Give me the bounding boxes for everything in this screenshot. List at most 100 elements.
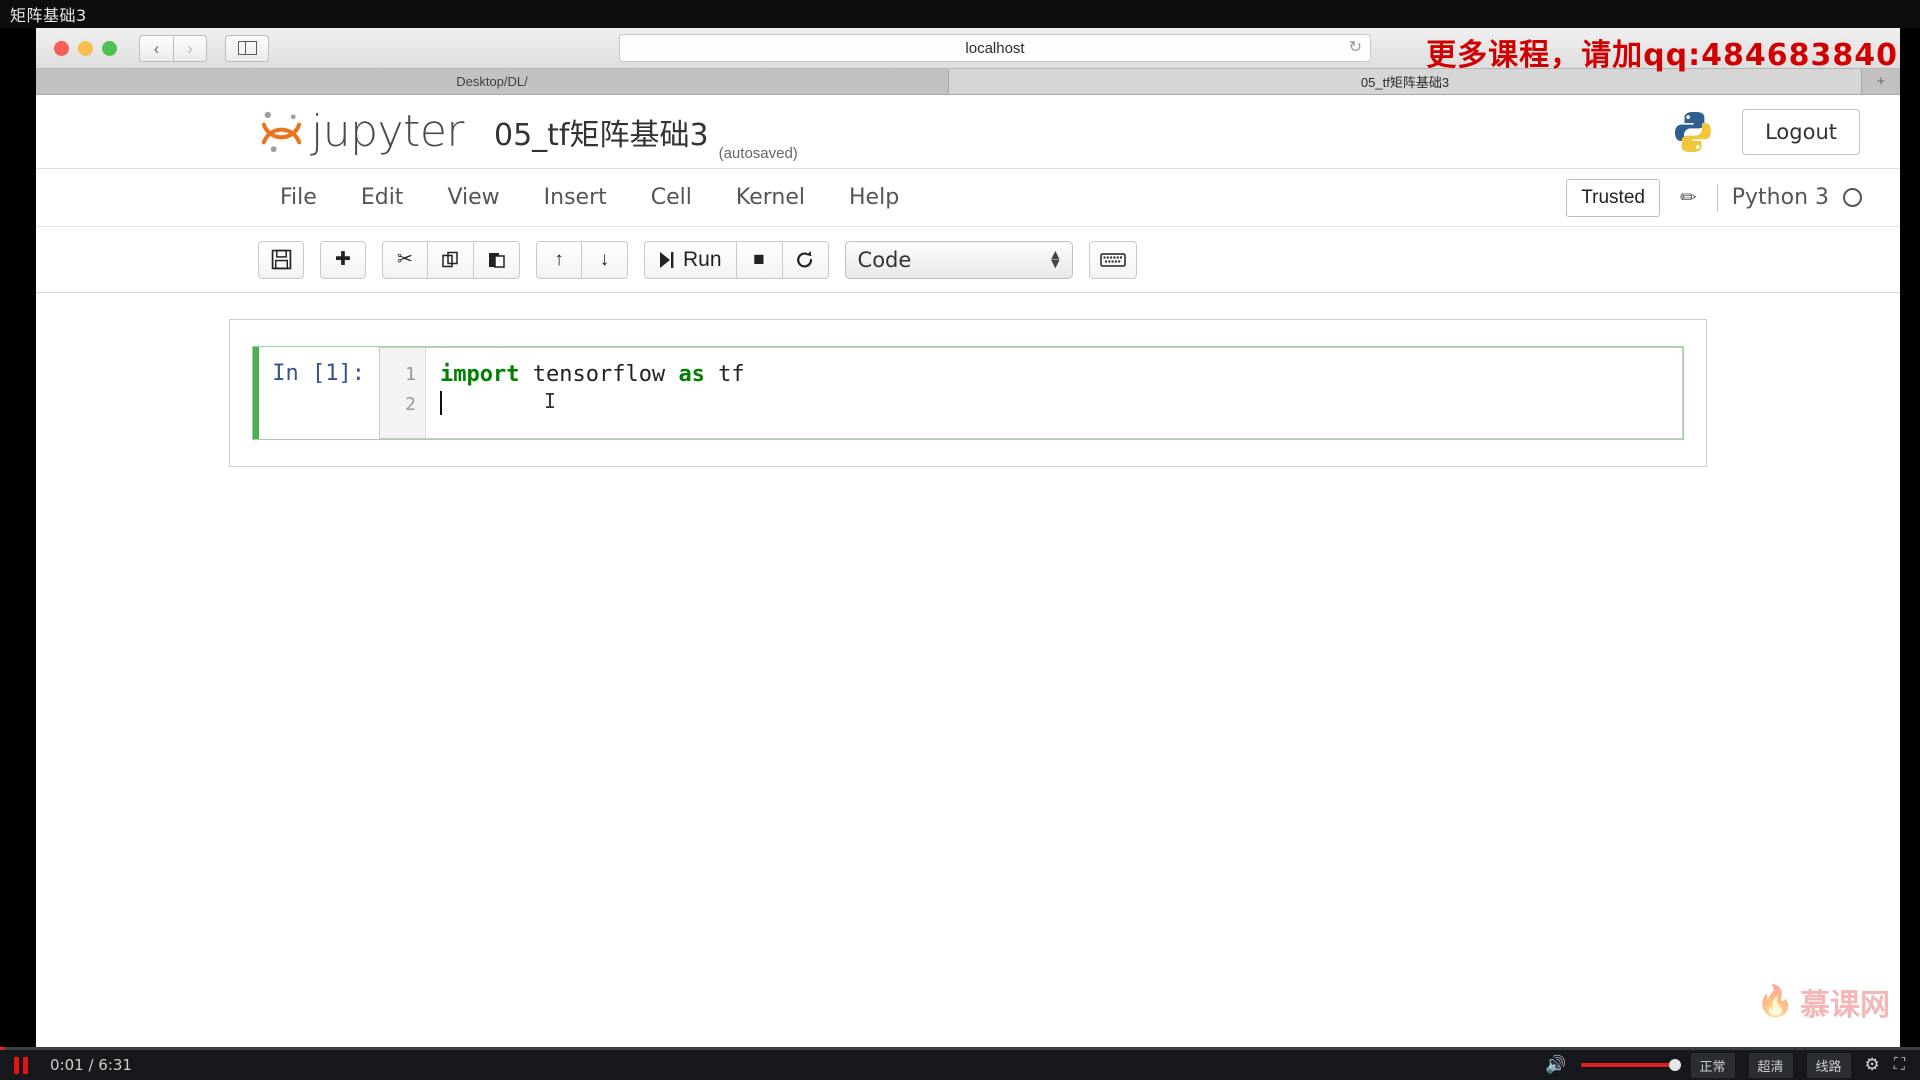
reload-icon[interactable]: ↻ bbox=[1349, 40, 1362, 56]
toolbar-group-save bbox=[258, 240, 304, 279]
copy-cell-button[interactable] bbox=[428, 240, 474, 279]
mouse-cursor-icon: I bbox=[544, 389, 557, 413]
flame-icon: 🔥 bbox=[1756, 985, 1794, 1018]
keyword-import: import bbox=[440, 362, 520, 387]
fullscreen-icon[interactable]: ⛶ bbox=[1894, 1056, 1905, 1074]
minimize-window-button[interactable] bbox=[78, 40, 93, 56]
imooc-brand-text: 慕课网 bbox=[1800, 988, 1890, 1023]
imooc-watermark: 🔥 慕课网 bbox=[1757, 980, 1890, 1024]
menu-view[interactable]: View bbox=[425, 181, 521, 214]
settings-gear-icon[interactable]: ⚙ bbox=[1865, 1055, 1880, 1075]
forward-icon[interactable]: › bbox=[173, 34, 207, 62]
autosave-status: (autosaved) bbox=[718, 145, 798, 162]
quality-normal-button[interactable]: 正常 bbox=[1690, 1052, 1735, 1078]
paste-cell-button[interactable] bbox=[474, 240, 520, 279]
time-display: 0:01 / 6:31 bbox=[50, 1056, 132, 1074]
jupyter-page: jupyter 05_tf矩阵基础3 (autosaved) Logout Fi… bbox=[36, 95, 1900, 1050]
code-cell[interactable]: In [1]: 1 2 import tensorflow as tf I bbox=[252, 346, 1684, 440]
window-controls bbox=[54, 40, 117, 56]
letterbox-right bbox=[1900, 28, 1920, 1050]
line-number: 2 bbox=[405, 394, 416, 415]
kernel-status-icon[interactable] bbox=[1843, 188, 1862, 207]
text-caret bbox=[440, 391, 442, 415]
trusted-badge[interactable]: Trusted bbox=[1566, 178, 1660, 217]
url-text: localhost bbox=[965, 39, 1025, 57]
player-control-bar: 0:01 / 6:31 🔊 正常 超清 线路 ⚙ ⛶ bbox=[0, 1047, 1920, 1080]
ad-watermark-text: 更多课程，请加qq:484683840 bbox=[1426, 38, 1898, 73]
pause-button[interactable] bbox=[0, 1056, 42, 1074]
code-line-2 bbox=[440, 390, 1668, 420]
sidebar-icon bbox=[237, 41, 257, 55]
code-text-area[interactable]: import tensorflow as tf I bbox=[426, 348, 1682, 438]
jupyter-wordmark: jupyter bbox=[311, 106, 465, 157]
jupyter-header: jupyter 05_tf矩阵基础3 (autosaved) Logout bbox=[36, 95, 1900, 169]
volume-icon[interactable]: 🔊 bbox=[1545, 1055, 1566, 1075]
move-cell-up-button[interactable]: ↑ bbox=[536, 240, 582, 279]
menubar-right: Trusted ✏ Python 3 bbox=[1566, 178, 1862, 217]
menu-edit[interactable]: Edit bbox=[339, 181, 426, 214]
restart-kernel-button[interactable] bbox=[782, 240, 829, 279]
cut-cell-button[interactable]: ✂ bbox=[382, 240, 428, 279]
keyword-as: as bbox=[678, 362, 705, 387]
maximize-window-button[interactable] bbox=[102, 40, 117, 56]
player-right-controls: 🔊 正常 超清 线路 ⚙ ⛶ bbox=[1545, 1052, 1920, 1078]
navigation-buttons: ‹ › bbox=[139, 34, 207, 62]
header-right: Logout bbox=[1670, 108, 1860, 155]
move-cell-down-button[interactable]: ↓ bbox=[582, 240, 628, 279]
video-player: 矩阵基础3 ‹ › localhost ↻ Desktop/DL/ 05_tf矩… bbox=[0, 0, 1920, 1080]
chevron-updown-icon: ▲ ▼ bbox=[1051, 247, 1060, 270]
menu-help[interactable]: Help bbox=[827, 181, 921, 214]
quality-hd-button[interactable]: 超清 bbox=[1748, 1052, 1793, 1078]
progress-fill bbox=[0, 1047, 5, 1050]
cell-type-select[interactable]: Code ▲ ▼ bbox=[844, 240, 1073, 279]
toolbar-group-clipboard: ✂ bbox=[382, 240, 520, 279]
notebook-title[interactable]: 05_tf矩阵基础3 bbox=[494, 110, 709, 154]
line-number: 1 bbox=[405, 364, 416, 385]
logout-button[interactable]: Logout bbox=[1742, 108, 1860, 155]
progress-track[interactable] bbox=[0, 1047, 1920, 1050]
jupyter-logo-icon bbox=[258, 108, 305, 155]
sidebar-toggle-button[interactable] bbox=[225, 34, 269, 62]
run-cell-label: Run bbox=[683, 247, 722, 271]
pause-bar-left bbox=[14, 1056, 19, 1074]
python-logo-icon bbox=[1670, 109, 1716, 155]
edit-pencil-icon[interactable]: ✏ bbox=[1674, 185, 1703, 210]
line-number-gutter: 1 2 bbox=[380, 348, 426, 438]
alias-name: tf bbox=[704, 362, 745, 387]
jupyter-brand[interactable]: jupyter bbox=[258, 106, 465, 157]
toolbar-group-run: Run ■ bbox=[644, 240, 829, 279]
code-line-1: import tensorflow as tf bbox=[440, 360, 1668, 390]
menu-kernel[interactable]: Kernel bbox=[714, 181, 827, 214]
notebook-body: In [1]: 1 2 import tensorflow as tf I bbox=[36, 293, 1900, 467]
menu-file[interactable]: File bbox=[258, 181, 339, 214]
route-button[interactable]: 线路 bbox=[1806, 1052, 1851, 1078]
cell-container: In [1]: 1 2 import tensorflow as tf I bbox=[229, 319, 1707, 467]
command-palette-button[interactable] bbox=[1088, 240, 1137, 279]
close-window-button[interactable] bbox=[54, 40, 69, 56]
code-editor[interactable]: 1 2 import tensorflow as tf I bbox=[379, 347, 1683, 439]
menubar-divider bbox=[1716, 183, 1718, 212]
save-button[interactable] bbox=[258, 240, 304, 279]
interrupt-kernel-button[interactable]: ■ bbox=[736, 240, 783, 279]
toolbar-group-move: ↑ ↓ bbox=[536, 240, 628, 279]
toolbar-group-insert: ✚ bbox=[320, 240, 366, 279]
back-icon[interactable]: ‹ bbox=[139, 34, 173, 62]
menu-cell[interactable]: Cell bbox=[629, 181, 714, 214]
run-cell-button[interactable]: Run bbox=[644, 240, 737, 279]
volume-knob[interactable] bbox=[1668, 1059, 1681, 1071]
insert-cell-below-button[interactable]: ✚ bbox=[320, 240, 366, 279]
cell-prompt: In [1]: bbox=[272, 361, 365, 386]
cell-type-value: Code bbox=[857, 247, 912, 272]
menu-insert[interactable]: Insert bbox=[522, 181, 629, 214]
tab-desktop-dl[interactable]: Desktop/DL/ bbox=[36, 69, 949, 94]
letterbox-left bbox=[0, 28, 36, 1050]
jupyter-menubar: File Edit View Insert Cell Kernel Help T… bbox=[36, 169, 1900, 227]
volume-slider[interactable] bbox=[1580, 1059, 1681, 1071]
pause-bar-right bbox=[23, 1056, 28, 1074]
address-bar[interactable]: localhost ↻ bbox=[619, 34, 1371, 62]
toolbar-group-palette bbox=[1088, 240, 1137, 279]
browser-window: ‹ › localhost ↻ Desktop/DL/ 05_tf矩阵基础3 + bbox=[36, 28, 1900, 1050]
kernel-name-label: Python 3 bbox=[1731, 185, 1829, 210]
jupyter-toolbar: ✚ ✂ ↑ ↓ Run ■ Code ▲ ▼ bbox=[36, 227, 1900, 293]
module-name: tensorflow bbox=[519, 362, 679, 387]
